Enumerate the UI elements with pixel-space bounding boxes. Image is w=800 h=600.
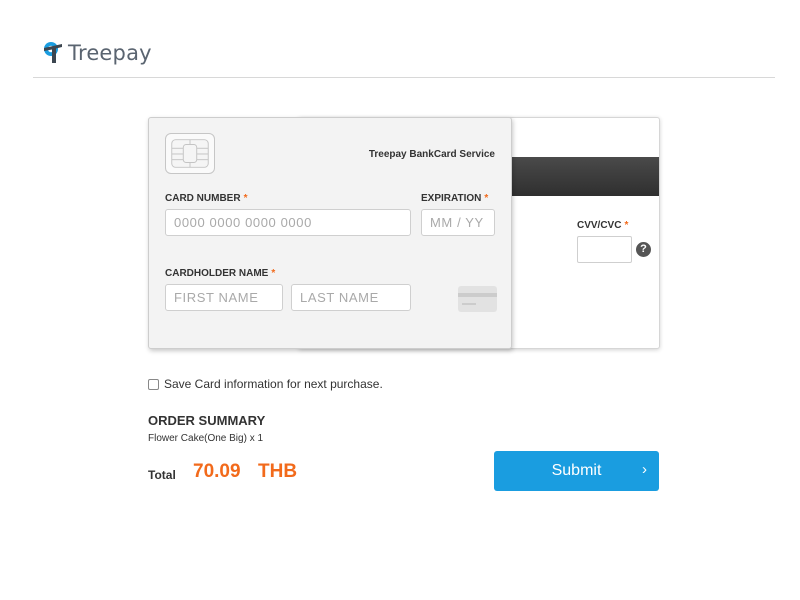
last-name-input[interactable]	[291, 284, 411, 311]
cvv-label: CVV/CVC *	[577, 220, 629, 231]
expiration-input[interactable]	[421, 209, 495, 236]
order-summary-title: ORDER SUMMARY	[148, 413, 266, 428]
submit-button[interactable]: Submit ›	[494, 451, 659, 491]
card-number-input[interactable]	[165, 209, 411, 236]
first-name-input[interactable]	[165, 284, 283, 311]
required-mark: *	[484, 193, 489, 204]
save-card-checkbox[interactable]	[148, 378, 159, 390]
question-circle-icon[interactable]: ?	[636, 242, 651, 257]
total-currency: THB	[258, 461, 298, 482]
total-amount: 70.09	[193, 461, 241, 482]
total-label: Total	[148, 468, 176, 482]
expiration-label: EXPIRATION *	[421, 193, 489, 204]
required-mark: *	[243, 193, 248, 204]
treepay-logo: Treepay	[42, 40, 152, 66]
save-card-option[interactable]: Save Card information for next purchase.	[148, 377, 383, 391]
chevron-right-icon: ›	[642, 461, 647, 478]
required-mark: *	[271, 268, 276, 279]
service-label: Treepay BankCard Service	[368, 149, 495, 160]
card-number-label: CARD NUMBER *	[165, 193, 248, 204]
required-mark: *	[624, 220, 629, 231]
header-divider	[33, 77, 775, 78]
payment-page: Treepay CVV/CVC * ? Treepay BankCard Ser…	[0, 0, 800, 600]
header: Treepay	[0, 0, 800, 78]
cvv-input[interactable]	[577, 236, 632, 263]
logo-text: Treepay	[68, 41, 152, 65]
cardholder-name-label: CARDHOLDER NAME *	[165, 268, 276, 279]
submit-label: Submit	[551, 462, 602, 479]
credit-card-icon	[458, 286, 497, 312]
card-chip-icon	[165, 133, 215, 174]
order-item: Flower Cake(One Big) x 1	[148, 433, 264, 444]
save-card-label: Save Card information for next purchase.	[164, 377, 383, 391]
treepay-logo-icon	[44, 42, 62, 63]
card-front: Treepay BankCard Service CARD NUMBER* EX…	[148, 117, 512, 349]
